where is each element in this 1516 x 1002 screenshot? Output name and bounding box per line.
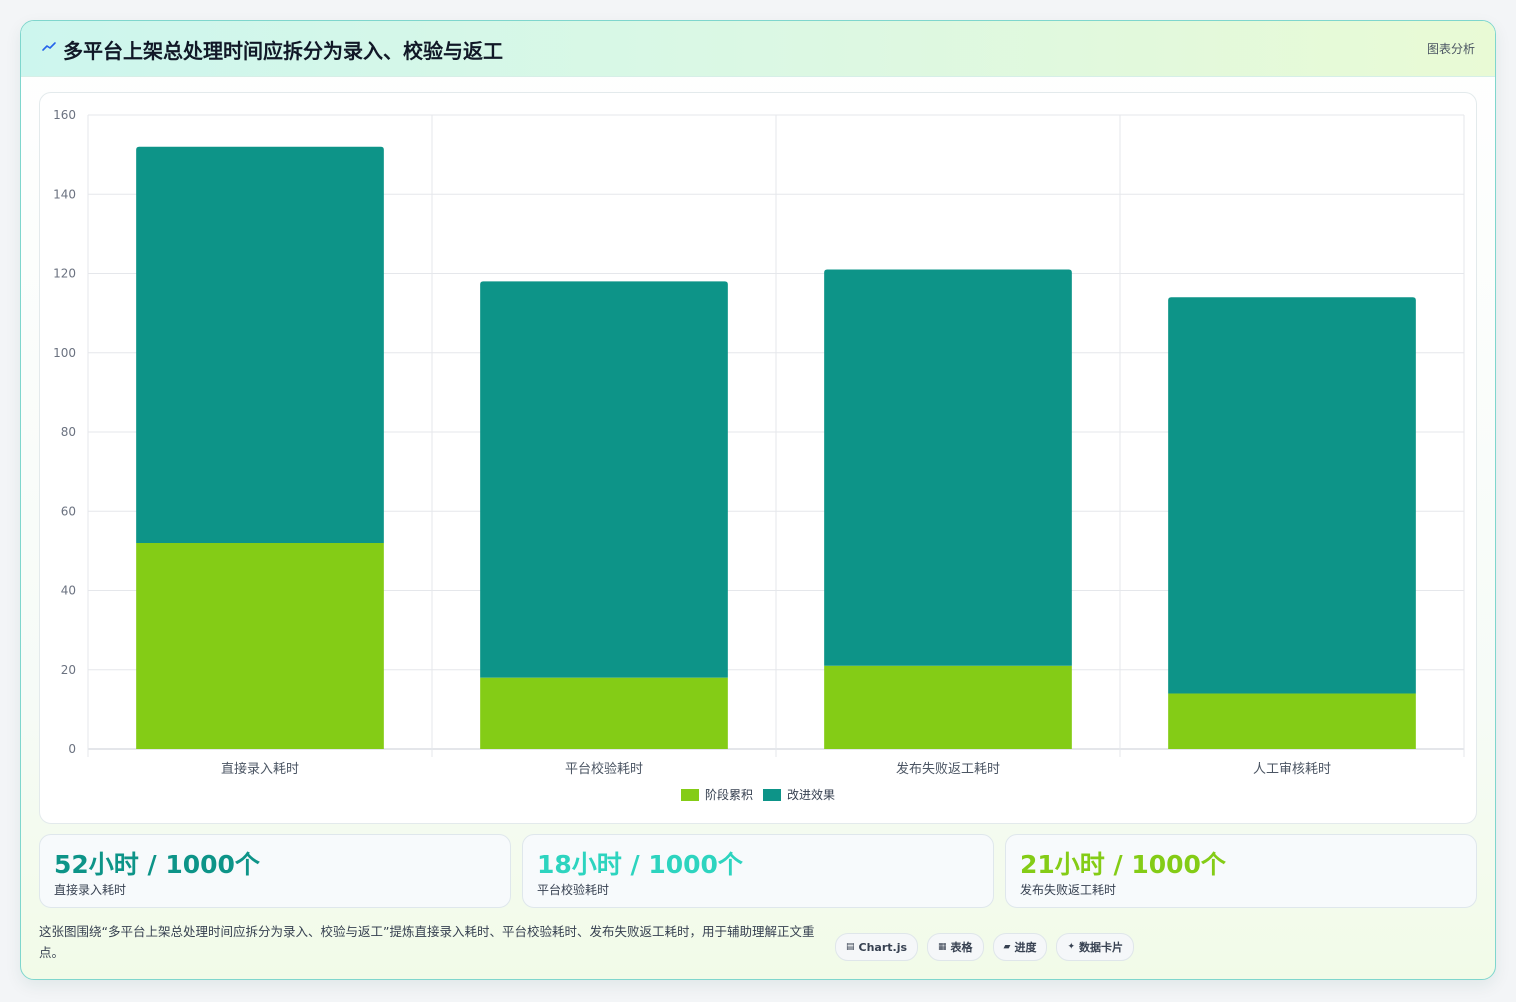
stat-label: 直接录入耗时 [54,883,127,897]
bar-segment [824,269,1072,666]
stat-label: 平台校验耗时 [537,883,610,897]
sparkle-icon: ✦ [1067,942,1076,952]
bar-chart: 0 20 40 60 80 100 120 140 160 直接录入耗时 平台校验耗时 发布失败返工耗… [53,108,1465,777]
chip-datacard[interactable]: ✦ 数据卡片 [1056,933,1135,961]
x-tick-label: 平台校验耗时 [565,761,643,777]
legend-item[interactable]: 改进效果 [763,786,835,803]
bar-segment [136,146,384,543]
stat-value: 52小时 / 1000个 [54,850,260,879]
trend-icon [42,42,56,51]
progress-icon: ▰ [1003,942,1011,952]
stat-value: 21小时 / 1000个 [1020,850,1226,879]
x-tick-label: 发布失败返工耗时 [896,761,1000,777]
legend-swatch [680,788,699,801]
chip-label: Chart.js [858,940,908,954]
chart-note: 这张图围绕“多平台上架总处理时间应拆分为录入、校验与返工”提炼直接录入耗时、平台… [39,924,815,960]
bar-segment [824,665,1072,749]
x-tick-label: 人工审核耗时 [1253,762,1331,777]
y-tick-label: 0 [68,742,76,756]
legend-label: 改进效果 [787,788,836,802]
chart-legend: 阶段累积 改进效果 [40,786,1476,803]
chip-progress[interactable]: ▰ 进度 [992,933,1048,961]
stat-card-input: 52小时 / 1000个 直接录入耗时 [39,834,511,908]
y-tick-label: 140 [53,187,76,201]
bar-segment [1168,297,1416,694]
y-tick-label: 20 [61,663,76,677]
y-tick-label: 100 [53,346,76,360]
y-tick-label: 60 [61,504,76,518]
chip-label: 进度 [1014,941,1037,954]
header-tag: 图表分析 [1426,42,1475,56]
table-icon: ▦ [938,942,947,952]
legend-label: 阶段累积 [704,788,753,802]
legend-swatch [763,788,781,801]
chip-chartjs[interactable]: ▤ Chart.js [835,933,919,961]
chip-label: 表格 [950,941,973,954]
tag-chips: ▤ Chart.js ▦ 表格 ▰ 进度 ✦ 数据卡片 [835,933,1135,961]
chart-icon: ▤ [846,942,855,952]
stat-card-validation: 18小时 / 1000个 平台校验耗时 [522,834,994,908]
bar-segment [480,281,728,678]
bar-segment [480,677,728,749]
legend-item[interactable]: 阶段累积 [680,786,753,803]
stat-value: 18小时 / 1000个 [537,850,743,879]
page-title: 多平台上架总处理时间应拆分为录入、校验与返工 [63,39,503,63]
chip-table[interactable]: ▦ 表格 [927,933,984,961]
y-tick-label: 40 [61,584,76,598]
stat-card-rework: 21小时 / 1000个 发布失败返工耗时 [1005,834,1477,908]
chart-card: 多平台上架总处理时间应拆分为录入、校验与返工 图表分析 0 20 40 60 80 100… [20,20,1496,980]
y-tick-label: 80 [61,425,76,439]
y-tick-label: 120 [53,267,76,281]
chart-panel: 0 20 40 60 80 100 120 140 160 直接录入耗时 平台校验耗时 发布失败返工耗… [39,92,1477,824]
chip-label: 数据卡片 [1079,941,1124,954]
stat-label: 发布失败返工耗时 [1020,883,1117,897]
bar-segment [136,542,384,749]
x-tick-label: 直接录入耗时 [221,761,299,777]
y-tick-label: 160 [53,108,76,122]
card-header: 多平台上架总处理时间应拆分为录入、校验与返工 图表分析 [21,21,1495,77]
bar-segment [1168,693,1416,749]
